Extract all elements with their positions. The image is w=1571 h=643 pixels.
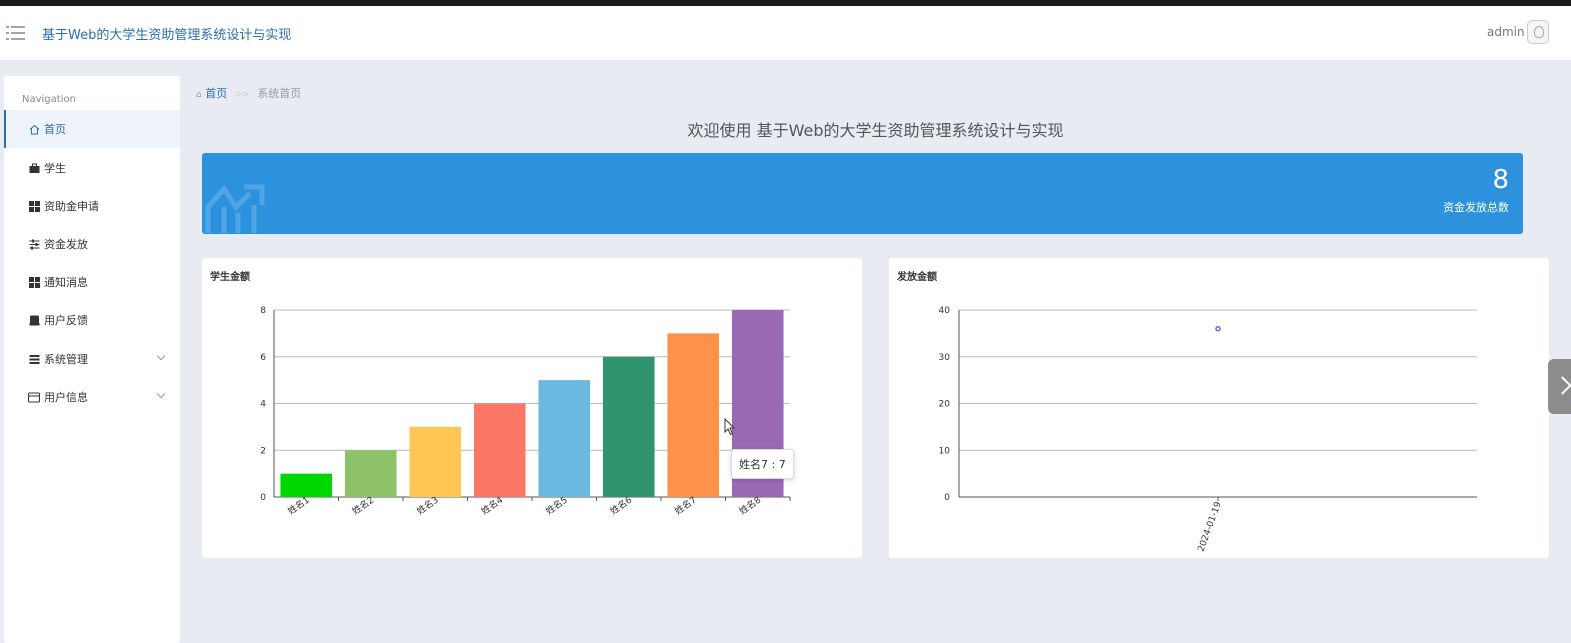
sidebar-item-system-management[interactable]: 系统管理: [4, 340, 180, 378]
sidebar-item-fund-release[interactable]: 资金发放: [4, 225, 180, 263]
sidebar-item-label: 资金发放: [44, 238, 88, 251]
sidebar-item-notifications[interactable]: 通知消息: [4, 263, 180, 301]
user-name[interactable]: admin: [1487, 25, 1525, 39]
nav-heading: Navigation: [22, 94, 76, 105]
y-tick-label: 10: [939, 446, 951, 456]
breadcrumb-home-link[interactable]: 首页: [205, 87, 227, 100]
avatar[interactable]: [1527, 20, 1549, 44]
bar: [602, 356, 655, 497]
x-tick-label: 2024-01-19: [1197, 500, 1224, 553]
sidebar-item-label: 首页: [44, 123, 66, 136]
sidebar-item-label: 资助金申请: [44, 200, 99, 213]
student-amount-chart-panel: 学生金额 0 2 4 6 8 姓名1 姓名2 姓名3 姓名4 姓名5 姓名6 姓名7 姓名8 姓名7 :…: [202, 258, 862, 558]
sidebar-item-aid-application[interactable]: 资助金申请: [4, 187, 180, 225]
sidebar: Navigation 首页 学生 资助金申请 资金发放 通知消息 用户反馈 系统…: [4, 76, 180, 643]
y-tick-label: 2: [260, 446, 266, 456]
menu-toggle-icon[interactable]: [6, 25, 26, 41]
sidebar-item-home[interactable]: 首页: [4, 110, 180, 148]
y-tick-label: 20: [939, 400, 951, 410]
inbox-icon: [28, 314, 40, 326]
bar: [344, 450, 397, 497]
app-title: 基于Web的大学生资助管理系统设计与实现: [42, 28, 292, 43]
briefcase-icon: [28, 162, 40, 174]
bar: [473, 403, 526, 497]
sidebar-item-label: 用户信息: [44, 391, 88, 404]
release-amount-chart-panel: 发放金额 0 10 20 30 40 2024-01-19: [889, 258, 1549, 558]
stat-value: 8: [1492, 165, 1509, 195]
breadcrumb-current: 系统首页: [257, 87, 302, 100]
y-tick-label: 6: [260, 353, 266, 363]
bar: [667, 333, 720, 497]
chart-growth-icon: [205, 184, 265, 233]
stat-banner: 8 资金发放总数: [202, 153, 1523, 234]
sidebar-item-label: 用户反馈: [44, 314, 88, 327]
home-icon: [28, 123, 40, 135]
sidebar-item-user-info[interactable]: 用户信息: [4, 378, 180, 416]
scatter-point: [1215, 325, 1221, 332]
breadcrumb: ⌂ 首页 >> 系统首页: [196, 85, 301, 101]
grid-icon: [28, 276, 40, 288]
list-icon: [28, 353, 40, 365]
mouse-cursor-icon: [724, 418, 736, 436]
y-tick-label: 0: [944, 493, 950, 503]
card-icon: [28, 391, 40, 403]
y-tick-label: 30: [939, 353, 951, 363]
y-tick-label: 8: [260, 306, 266, 316]
chart-tooltip: 姓名7 : 7: [731, 449, 794, 479]
sidebar-item-label: 系统管理: [44, 353, 88, 366]
y-tick-label: 0: [260, 493, 266, 503]
stat-label: 资金发放总数: [1443, 201, 1509, 214]
y-tick-label: 4: [260, 400, 266, 410]
bar: [538, 380, 591, 497]
grid-icon: [28, 200, 40, 212]
bar-chart: 02468姓名1 姓名2 姓名3 姓名4 姓名5 姓名6 姓名7 姓名8: [260, 306, 791, 517]
chevron-right-icon[interactable]: [1548, 359, 1571, 414]
sliders-icon: [28, 238, 40, 250]
sidebar-item-label: 通知消息: [44, 276, 88, 289]
bar: [280, 473, 333, 497]
home-icon: ⌂: [196, 90, 202, 100]
sidebar-item-label: 学生: [44, 162, 66, 175]
sidebar-item-student[interactable]: 学生: [4, 149, 180, 187]
scatter-chart: 0 10 20 30 40 2024-01-19: [939, 306, 1477, 553]
welcome-heading: 欢迎使用 基于Web的大学生资助管理系统设计与实现: [687, 121, 1064, 140]
header-bar: 基于Web的大学生资助管理系统设计与实现 admin: [0, 6, 1571, 60]
chevron-down-icon: [156, 351, 166, 361]
bar: [409, 426, 462, 497]
chevron-down-icon: [156, 389, 166, 399]
breadcrumb-separator: >>: [234, 90, 250, 100]
y-tick-label: 40: [939, 306, 951, 316]
sidebar-item-feedback[interactable]: 用户反馈: [4, 301, 180, 339]
